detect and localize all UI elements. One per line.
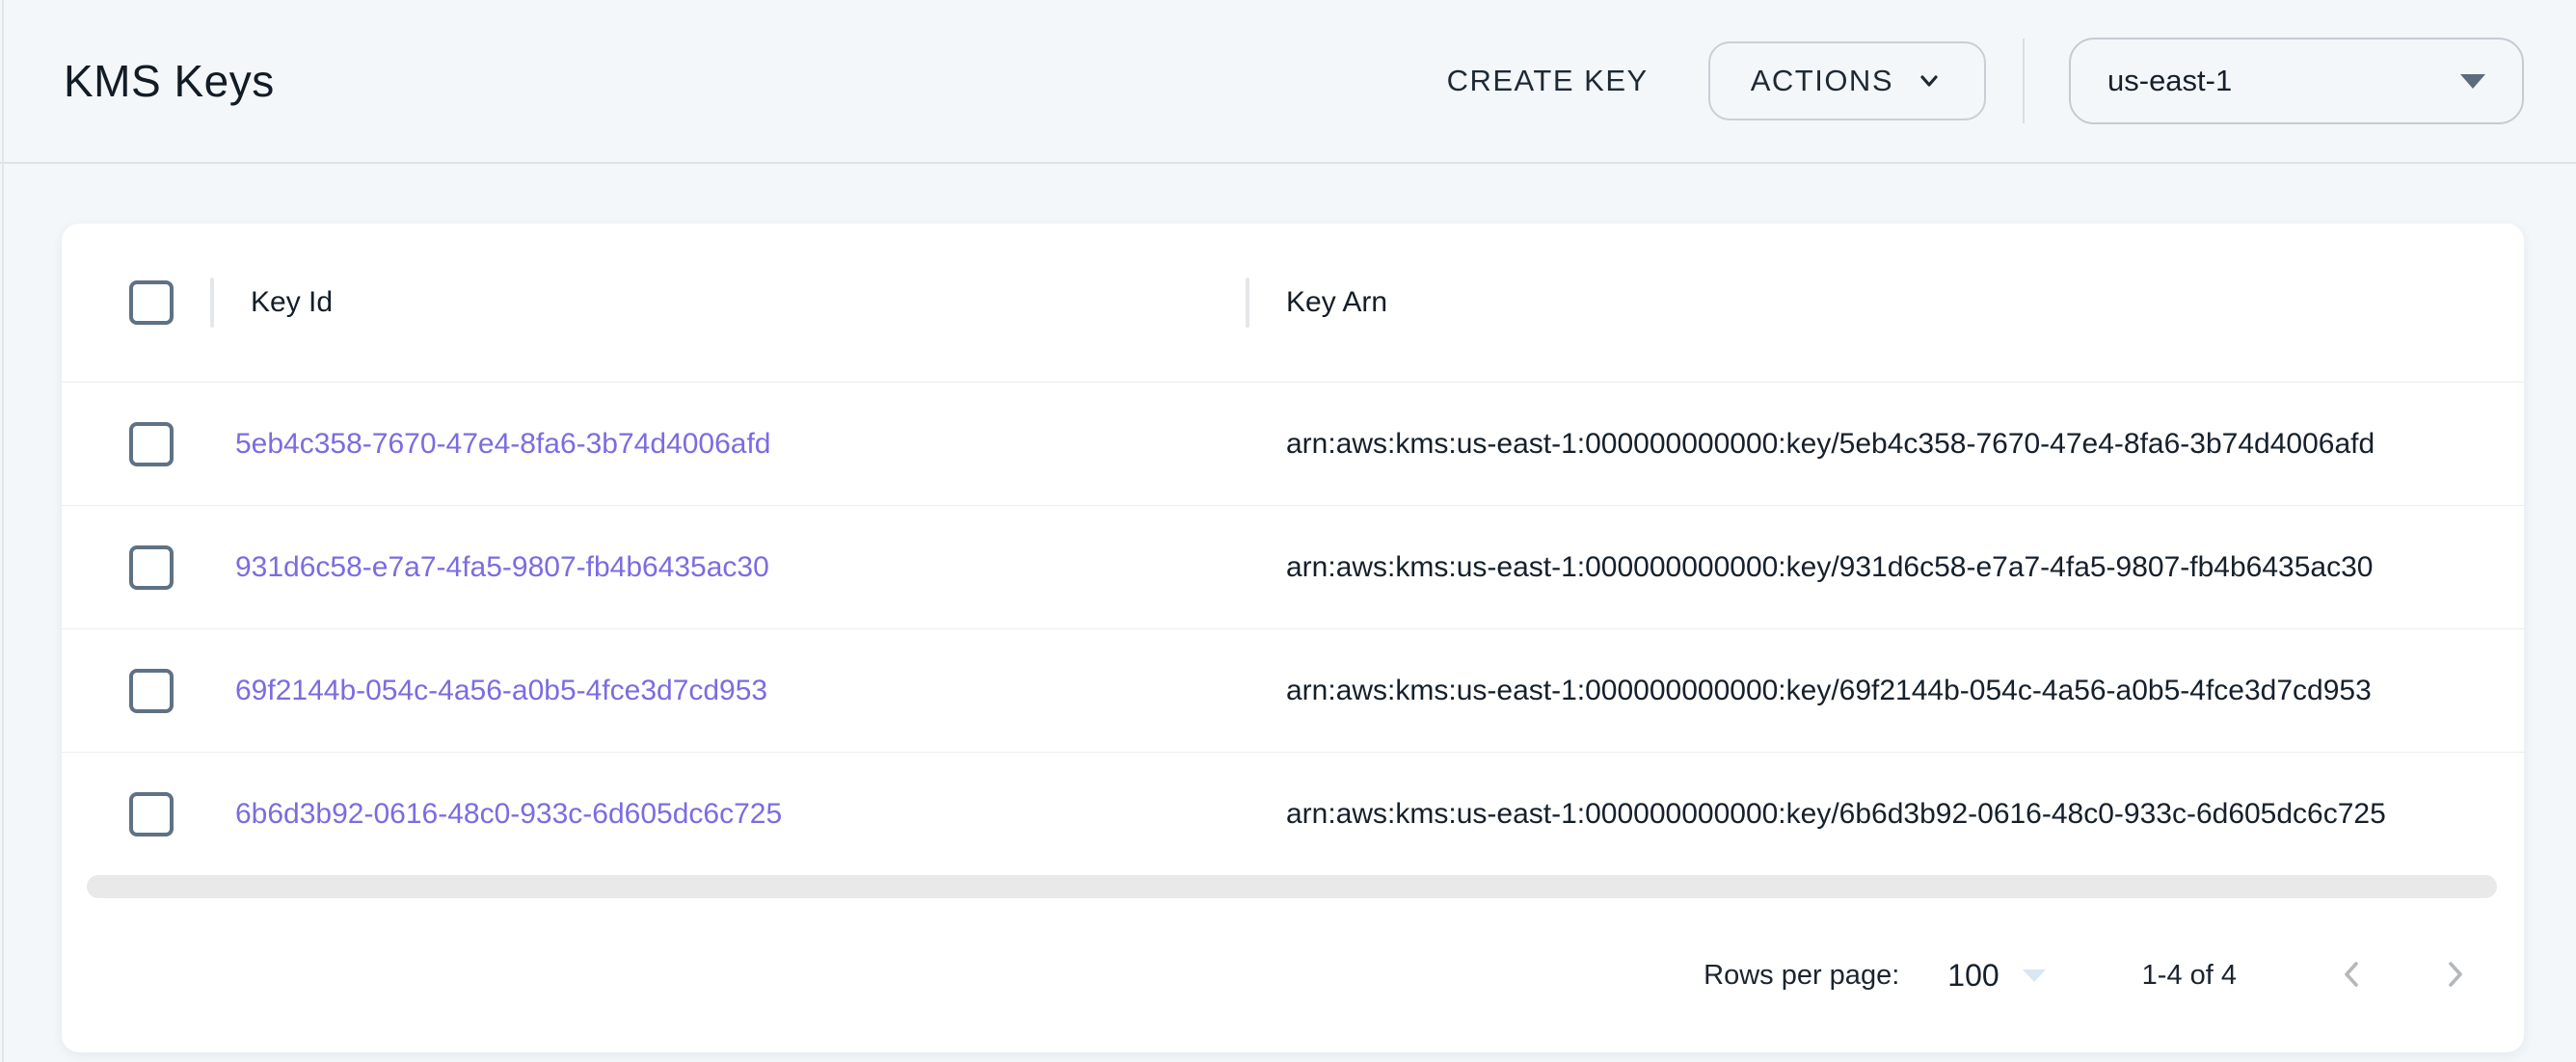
content-left-edge	[2, 0, 4, 1062]
column-header-key-arn-label: Key Arn	[1286, 286, 1387, 319]
row-checkbox[interactable]	[129, 792, 174, 836]
chevron-down-icon	[1915, 66, 1944, 95]
key-id-link[interactable]: 6b6d3b92-0616-48c0-933c-6d605dc6c725	[235, 798, 782, 830]
region-select-value: us-east-1	[2107, 64, 2232, 98]
next-page-button[interactable]	[2435, 955, 2474, 996]
create-key-button[interactable]: CREATE KEY	[1447, 64, 1649, 98]
table-row: 931d6c58-e7a7-4fa5-9807-fb4b6435ac30 arn…	[62, 505, 2524, 628]
table-row: 69f2144b-054c-4a56-a0b5-4fce3d7cd953 arn…	[62, 628, 2524, 752]
page-title: KMS Keys	[64, 55, 275, 107]
horizontal-scrollbar	[87, 875, 2497, 898]
table-row: 6b6d3b92-0616-48c0-933c-6d605dc6c725 arn…	[62, 752, 2524, 875]
row-checkbox[interactable]	[129, 669, 174, 713]
key-id-cell: 6b6d3b92-0616-48c0-933c-6d605dc6c725	[210, 798, 1246, 831]
previous-page-button[interactable]	[2333, 955, 2372, 996]
key-arn-text: arn:aws:kms:us-east-1:000000000000:key/9…	[1246, 551, 2524, 584]
key-id-cell: 931d6c58-e7a7-4fa5-9807-fb4b6435ac30	[210, 551, 1246, 584]
key-id-cell: 5eb4c358-7670-47e4-8fa6-3b74d4006afd	[210, 428, 1246, 461]
row-checkbox[interactable]	[129, 422, 174, 466]
pagination-range-label: 1-4 of 4	[2142, 960, 2237, 992]
column-header-key-id: Key Id	[210, 224, 1246, 382]
table-header-row: Key Id Key Arn	[62, 224, 2524, 382]
key-id-link[interactable]: 5eb4c358-7670-47e4-8fa6-3b74d4006afd	[235, 428, 770, 460]
column-divider	[210, 278, 214, 328]
column-header-key-arn: Key Arn	[1246, 224, 2524, 382]
actions-button[interactable]: ACTIONS	[1708, 41, 1986, 120]
pager-controls	[2333, 955, 2474, 996]
header-actions: CREATE KEY ACTIONS us-east-1	[1447, 38, 2524, 124]
key-id-cell: 69f2144b-054c-4a56-a0b5-4fce3d7cd953	[210, 675, 1246, 707]
key-id-link[interactable]: 69f2144b-054c-4a56-a0b5-4fce3d7cd953	[235, 675, 767, 706]
caret-down-icon	[2460, 74, 2485, 89]
row-checkbox-cell	[62, 792, 210, 836]
column-divider	[1246, 278, 1249, 328]
chevron-right-icon	[2435, 955, 2474, 996]
rows-per-page-value: 100	[1947, 958, 1999, 994]
page-header: KMS Keys CREATE KEY ACTIONS us-east-1	[0, 0, 2576, 164]
table-row: 5eb4c358-7670-47e4-8fa6-3b74d4006afd arn…	[62, 382, 2524, 505]
header-divider	[2023, 39, 2025, 123]
row-checkbox-cell	[62, 422, 210, 466]
row-checkbox-cell	[62, 669, 210, 713]
horizontal-scrollbar-thumb[interactable]	[87, 875, 2497, 898]
key-arn-text: arn:aws:kms:us-east-1:000000000000:key/6…	[1246, 675, 2524, 707]
rows-per-page-select[interactable]: 100	[1947, 958, 2045, 994]
keys-table-card: Key Id Key Arn 5eb4c358-7670-47e4-8fa6-3…	[62, 224, 2524, 1052]
region-select[interactable]: us-east-1	[2069, 38, 2524, 124]
pagination-footer: Rows per page: 100 1-4 of 4	[62, 898, 2524, 1052]
column-header-key-id-label: Key Id	[251, 286, 333, 319]
key-arn-text: arn:aws:kms:us-east-1:000000000000:key/5…	[1246, 428, 2524, 461]
actions-button-label: ACTIONS	[1751, 64, 1893, 98]
row-checkbox[interactable]	[129, 545, 174, 590]
key-id-link[interactable]: 931d6c58-e7a7-4fa5-9807-fb4b6435ac30	[235, 551, 769, 583]
chevron-left-icon	[2333, 955, 2372, 996]
caret-down-icon	[2023, 969, 2046, 982]
select-all-cell	[62, 280, 210, 325]
key-arn-text: arn:aws:kms:us-east-1:000000000000:key/6…	[1246, 798, 2524, 831]
row-checkbox-cell	[62, 545, 210, 590]
rows-per-page-label: Rows per page:	[1704, 960, 1899, 992]
select-all-checkbox[interactable]	[129, 280, 174, 325]
